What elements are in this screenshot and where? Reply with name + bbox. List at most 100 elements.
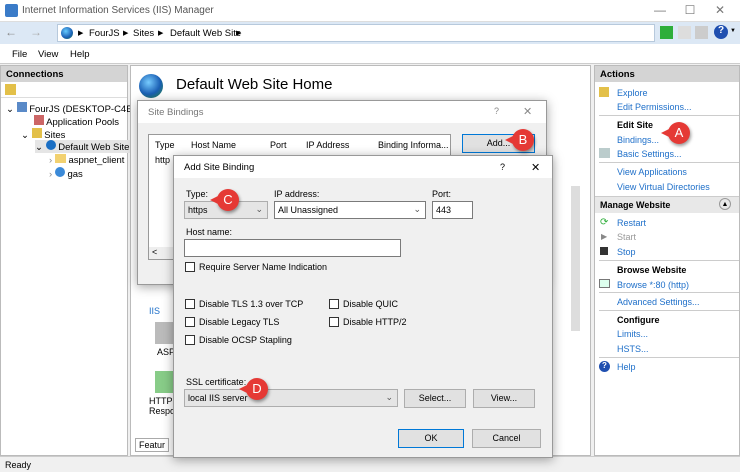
section-browse-website: Browse Website: [617, 265, 687, 275]
dialog-title: Site Bindings: [138, 101, 546, 123]
action-basic-settings[interactable]: Basic Settings...: [617, 149, 682, 159]
chevron-right-icon: ▶: [236, 30, 242, 37]
crumb-fourjs[interactable]: FourJS: [89, 28, 120, 39]
folder-explore-icon: [599, 87, 609, 97]
tab-features-view[interactable]: Featur: [135, 438, 170, 452]
chevron-down-icon[interactable]: ⌄: [35, 142, 43, 153]
connections-header: Connections: [1, 66, 127, 82]
action-view-virtual-directories[interactable]: View Virtual Directories: [617, 182, 710, 192]
connections-panel: Connections ⌄ FourJS (DESKTOP-C4BST... A…: [0, 65, 152, 456]
cancel-button[interactable]: Cancel: [472, 429, 541, 448]
select-certificate-button[interactable]: Select...: [404, 389, 466, 408]
section-edit-site: Edit Site: [617, 120, 654, 130]
callout-marker-a: A: [661, 122, 690, 144]
action-view-applications[interactable]: View Applications: [617, 167, 687, 177]
chevron-right-icon: ▶: [123, 30, 129, 37]
minimize-button[interactable]: —: [650, 3, 670, 19]
group-iis: IIS: [149, 306, 161, 316]
help-button[interactable]: ?: [494, 106, 499, 116]
view-certificate-button[interactable]: View...: [473, 389, 535, 408]
tree-item-gas[interactable]: › gas: [49, 167, 83, 180]
close-button[interactable]: ✕: [531, 161, 540, 174]
column-type[interactable]: Type: [155, 140, 175, 150]
tree-item-default-web-site[interactable]: ⌄ Default Web Site: [35, 140, 134, 153]
home-icon[interactable]: [695, 26, 708, 39]
sni-checkbox[interactable]: [185, 262, 195, 272]
application-icon: [54, 167, 65, 177]
app-pools-icon: [34, 115, 44, 125]
actions-header: Actions: [595, 66, 739, 82]
tree-item-aspnet-client[interactable]: › aspnet_client: [49, 154, 124, 166]
dialog-title: Add Site Binding: [174, 156, 552, 178]
disable-http2-checkbox[interactable]: [329, 317, 339, 327]
column-host-name[interactable]: Host Name: [191, 140, 236, 150]
action-limits[interactable]: Limits...: [617, 329, 648, 339]
crumb-default-web-site[interactable]: Default Web Site: [170, 28, 241, 39]
action-advanced-settings[interactable]: Advanced Settings...: [617, 297, 700, 307]
section-configure: Configure: [617, 315, 660, 325]
sni-label: Require Server Name Indication: [199, 262, 328, 272]
action-bindings[interactable]: Bindings...: [617, 135, 659, 145]
menu-help[interactable]: Help: [70, 49, 90, 60]
action-restart[interactable]: Restart: [617, 218, 646, 228]
close-button[interactable]: ✕: [523, 105, 532, 118]
sites-folder-icon: [31, 128, 42, 138]
chevron-down-icon[interactable]: ▼: [730, 28, 736, 34]
port-input[interactable]: 443: [432, 201, 473, 219]
actions-panel: Actions Explore Edit Permissions... Edit…: [594, 65, 740, 456]
status-text: Ready: [5, 460, 32, 470]
ip-address-select[interactable]: All Unassigned ⌄: [274, 201, 426, 219]
host-name-input[interactable]: [184, 239, 401, 257]
crumb-sites[interactable]: Sites: [133, 28, 154, 39]
chevron-right-icon: ▶: [78, 30, 84, 37]
column-port[interactable]: Port: [270, 140, 287, 150]
action-explore[interactable]: Explore: [617, 88, 648, 98]
help-icon[interactable]: ?: [714, 25, 728, 39]
title-bar: Internet Information Services (IIS) Mana…: [0, 0, 740, 22]
disable-ocsp-checkbox[interactable]: [185, 335, 195, 345]
ok-button[interactable]: OK: [398, 429, 464, 448]
connect-icon[interactable]: [5, 84, 16, 95]
forward-icon[interactable]: →: [30, 25, 46, 41]
page-title: Default Web Site Home: [176, 76, 333, 93]
chevron-down-icon[interactable]: ⌄: [6, 104, 14, 115]
maximize-button[interactable]: ☐: [680, 3, 700, 19]
action-start: Start: [617, 232, 637, 242]
server-icon: [16, 102, 27, 112]
ssl-certificate-select[interactable]: local IIS server ⌄: [184, 389, 398, 407]
disable-quic-checkbox[interactable]: [329, 299, 339, 309]
callout-marker-b: B: [505, 129, 534, 151]
column-ip-address[interactable]: IP Address: [306, 140, 349, 150]
disable-tls13-label: Disable TLS 1.3 over TCP: [199, 299, 304, 309]
address-bar: ← → ▶ FourJS ▶ Sites ▶ Default Web Site …: [0, 22, 740, 44]
back-icon[interactable]: ←: [5, 25, 21, 41]
refresh-icon[interactable]: [660, 26, 673, 39]
menu-view[interactable]: View: [38, 49, 58, 60]
action-edit-permissions[interactable]: Edit Permissions...: [617, 102, 692, 112]
chevron-right-icon[interactable]: ›: [49, 155, 52, 166]
column-binding-info[interactable]: Binding Informa...: [378, 140, 449, 150]
play-icon: ▶: [601, 232, 608, 241]
ssl-certificate-label: SSL certificate:: [186, 377, 247, 387]
globe-icon: [61, 27, 73, 39]
help-button[interactable]: ?: [500, 162, 505, 172]
action-hsts[interactable]: HSTS...: [617, 344, 649, 354]
disable-tls13-checkbox[interactable]: [185, 299, 195, 309]
breadcrumb[interactable]: ▶ FourJS ▶ Sites ▶ Default Web Site ▶: [57, 24, 655, 42]
stop-nav-icon[interactable]: [678, 26, 691, 39]
type-label: Type:: [186, 189, 209, 199]
stop-icon: [600, 247, 608, 255]
action-help[interactable]: Help: [617, 362, 636, 372]
collapse-icon[interactable]: ▲: [719, 198, 731, 210]
chevron-down-icon[interactable]: ⌄: [21, 130, 29, 141]
tree-item-application-pools[interactable]: Application Pools: [34, 115, 119, 128]
action-stop[interactable]: Stop: [617, 247, 636, 257]
close-button[interactable]: ✕: [710, 3, 730, 19]
menu-file[interactable]: File: [12, 49, 27, 60]
action-browse-80[interactable]: Browse *:80 (http): [617, 280, 689, 290]
disable-legacy-tls-checkbox[interactable]: [185, 317, 195, 327]
disable-ocsp-label: Disable OCSP Stapling: [199, 335, 292, 345]
chevron-right-icon[interactable]: ›: [49, 169, 52, 180]
globe-icon: [45, 140, 56, 150]
scrollbar[interactable]: [571, 186, 580, 331]
